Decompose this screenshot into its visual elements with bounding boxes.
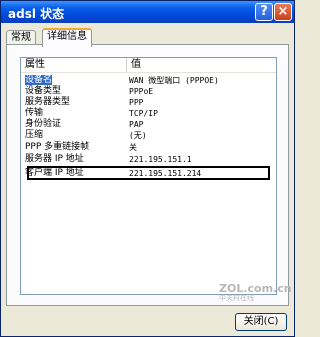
window-title: adsl 状态 [8,7,65,21]
help-icon: ? [260,4,268,19]
status-dialog: adsl 状态 ? × 常规 详细信息 属性 值 设备名 WAN 微型端口 (P… [0,0,295,337]
property-label: 设备类型 [25,86,62,96]
details-list[interactable]: 属性 值 设备名 WAN 微型端口 (PPPOE) 设备类型 PPPoE 服务器… [20,57,277,295]
list-item[interactable]: 设备类型 PPPoE [21,86,276,97]
property-label: 服务器类型 [25,97,71,107]
tab-strip: 常规 详细信息 [6,28,290,47]
title-bar[interactable]: adsl 状态 ? × [1,1,294,23]
list-item[interactable]: 服务器类型 PPP [21,97,276,108]
value-text: WAN 微型端口 (PPPOE) [129,76,219,85]
property-label: 设备名 [25,75,53,85]
list-item[interactable]: 压缩 (无) [21,130,276,141]
list-item[interactable]: 服务器 IP 地址 221.195.151.1 [21,154,276,165]
column-header-property[interactable]: 属性 [21,58,127,72]
tab-general[interactable]: 常规 [6,30,36,45]
property-label: PPP 多重链接帧 [25,142,90,152]
close-button[interactable]: 关闭(C) [235,313,287,331]
close-icon: × [277,4,289,19]
list-item[interactable]: 传输 TCP/IP [21,108,276,119]
property-label: 压缩 [25,130,44,140]
column-header-value[interactable]: 值 [127,58,276,72]
property-label: 服务器 IP 地址 [25,154,84,164]
value-text: (无) [129,131,147,140]
value-text: 关 [129,143,137,152]
property-label: 身份验证 [25,119,62,129]
value-text: TCP/IP [129,109,158,118]
watermark: ZOL.com.cn 中关村在线 [219,282,292,302]
help-button[interactable]: ? [255,3,273,21]
client-ip-highlight [27,166,270,180]
value-text: PPP [129,98,144,107]
list-item[interactable]: 身份验证 PAP [21,119,276,130]
close-window-button[interactable]: × [274,3,292,21]
details-panel: 属性 值 设备名 WAN 微型端口 (PPPOE) 设备类型 PPPoE 服务器… [6,44,289,306]
value-text: PPPoE [129,87,154,96]
list-item[interactable]: 设备名 WAN 微型端口 (PPPOE) [21,75,276,86]
list-item[interactable]: PPP 多重链接帧 关 [21,142,276,153]
tab-details[interactable]: 详细信息 [42,28,92,47]
list-header: 属性 值 [21,58,276,73]
value-text: 221.195.151.1 [129,155,192,164]
value-text: PAP [129,120,144,129]
property-label: 传输 [25,108,44,118]
